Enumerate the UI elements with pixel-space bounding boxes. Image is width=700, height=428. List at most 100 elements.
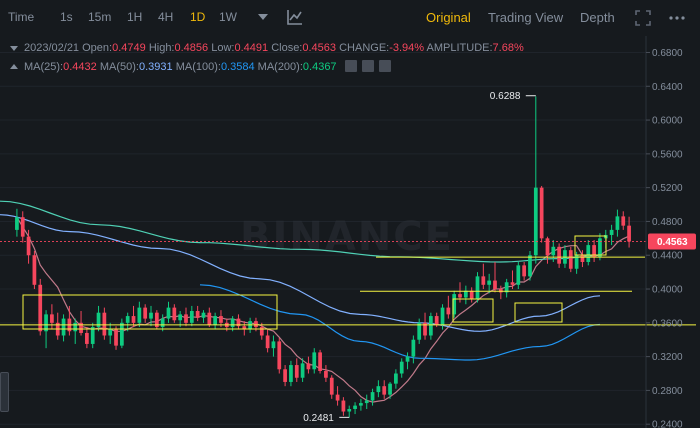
candle <box>598 233 602 261</box>
candle-body <box>265 335 270 349</box>
candle <box>96 305 101 332</box>
candle <box>143 304 148 323</box>
candle <box>394 369 398 389</box>
candle-body <box>312 352 317 370</box>
candle <box>79 310 83 336</box>
candle-body <box>184 314 188 323</box>
candle <box>154 310 159 330</box>
candle-body <box>481 276 486 285</box>
candle-body <box>458 294 462 298</box>
candle <box>20 211 25 243</box>
ma-info-row: MA(25):0.4432 MA(50):0.3931 MA(100):0.35… <box>24 60 391 73</box>
candle-body <box>189 310 194 323</box>
candle <box>318 349 322 374</box>
candle <box>61 314 66 342</box>
ma25-value: 0.4432 <box>63 61 97 73</box>
candle-body <box>230 318 235 328</box>
candle-body <box>61 318 66 336</box>
candle <box>306 356 311 374</box>
candle-body <box>289 365 293 382</box>
candle-body <box>160 318 165 328</box>
ma-visibility-icon[interactable] <box>361 60 374 72</box>
candle-body <box>143 307 148 319</box>
candle-body <box>551 246 556 256</box>
ma-close-icon[interactable] <box>378 60 391 72</box>
candle-body <box>26 236 31 256</box>
candle <box>201 310 206 323</box>
candle <box>108 322 113 344</box>
ohlc-date: 2023/02/21 <box>24 42 80 54</box>
candle <box>615 209 620 237</box>
candle <box>335 386 340 406</box>
candle-body <box>341 400 346 412</box>
candle <box>166 301 171 323</box>
candle-body <box>417 322 422 340</box>
candle <box>522 261 527 281</box>
candle <box>458 282 462 303</box>
candle-body <box>434 316 439 325</box>
candle-body <box>609 229 614 235</box>
candle <box>411 335 416 364</box>
ma50-label: MA(50): <box>99 61 139 73</box>
candle-body <box>586 245 591 262</box>
ma200-value: 0.4367 <box>302 61 337 73</box>
candle <box>172 304 177 323</box>
candle <box>294 358 299 382</box>
price-tick-label: 0.2800 <box>652 386 683 397</box>
candle-body <box>545 238 550 256</box>
ma-settings-icon[interactable] <box>344 60 357 72</box>
candle <box>32 251 37 290</box>
amplitude-value: 7.68% <box>492 42 524 54</box>
candle-body <box>85 332 89 344</box>
candle-body <box>119 322 124 346</box>
candle <box>131 305 136 328</box>
candle-body <box>248 321 252 330</box>
candle-body <box>493 280 497 290</box>
candle <box>15 208 19 237</box>
candle <box>428 312 433 340</box>
candle-body <box>539 187 544 239</box>
price-tick-label: 0.2400 <box>652 420 683 428</box>
candle-body <box>353 405 357 409</box>
candle-body <box>259 327 264 336</box>
breakout-box <box>452 298 494 323</box>
candle <box>498 285 503 300</box>
candle <box>563 245 567 268</box>
close-label: Close: <box>271 42 303 54</box>
candle-body <box>557 246 561 264</box>
candle <box>469 287 474 303</box>
change-label: CHANGE: <box>339 42 390 54</box>
collapse-ma-icon[interactable] <box>10 64 18 69</box>
candle-body <box>318 352 322 371</box>
candle <box>207 307 212 328</box>
candle <box>586 240 591 266</box>
chart-scroll-handle[interactable] <box>0 372 9 412</box>
candle <box>347 405 352 418</box>
candle-body <box>178 314 183 321</box>
candle <box>493 261 497 293</box>
candle <box>516 261 521 290</box>
candle-body <box>219 316 223 323</box>
candle-body <box>102 312 107 336</box>
candle <box>376 380 381 398</box>
collapse-ohlc-icon[interactable] <box>10 46 18 51</box>
candle <box>195 305 200 322</box>
candle-body <box>487 280 492 285</box>
candle-body <box>15 217 19 230</box>
candle-body <box>516 265 521 285</box>
candle-body <box>79 322 83 333</box>
candle <box>539 185 544 243</box>
candle-body <box>621 216 626 226</box>
candle <box>119 318 124 349</box>
candle <box>353 402 357 415</box>
high-marker-label: 0.6288 <box>490 91 521 102</box>
candle-body <box>347 408 352 412</box>
candle-body <box>475 276 480 300</box>
price-tick-label: 0.3600 <box>652 318 683 329</box>
low-marker-label: 0.2481 <box>303 413 334 424</box>
candle-body <box>440 307 445 325</box>
low-value: 0.4491 <box>234 42 269 54</box>
amplitude-label: AMPLITUDE: <box>426 42 493 54</box>
high-label: High: <box>148 42 175 54</box>
candle <box>289 360 293 387</box>
